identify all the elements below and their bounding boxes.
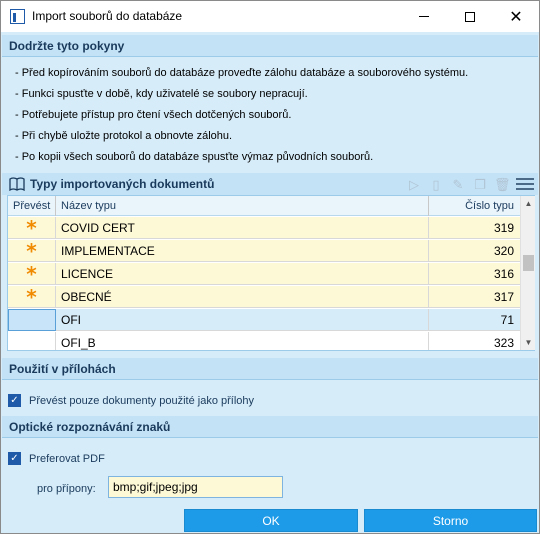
maximize-icon [465,11,475,22]
asterisk-icon: * [26,262,37,286]
extensions-input[interactable]: bmp;gif;jpeg;jpg [108,476,283,498]
book-icon [9,177,25,191]
instruction-line: - Funkci spusťte v době, kdy uživatelé s… [15,88,308,100]
attachments-only-label: Převést pouze dokumenty použité jako pří… [29,395,255,407]
instruction-line: - Potřebujete přístup pro čtení všech do… [15,109,292,121]
import-dialog: Import souborů do databáze ✕ Dodržte tyt… [0,0,540,534]
column-header-prevest[interactable]: Převést [8,196,56,216]
instructions-panel: - Před kopírováním souborů do databáze p… [2,60,538,173]
grid-scrollbar[interactable]: ▲ ▼ [520,196,535,350]
delete-icon[interactable]: 🗑 [494,177,511,193]
minimize-button[interactable] [401,1,447,32]
close-icon: ✕ [509,6,523,26]
ok-button[interactable]: OK [184,509,358,532]
prevest-cell[interactable]: * [8,286,56,308]
table-row[interactable]: * COVID CERT 319 [8,217,520,239]
play-icon[interactable]: ▷ [406,177,422,193]
type-name-cell: OBECNÉ [56,286,429,308]
scroll-thumb[interactable] [523,255,534,271]
column-header-name[interactable]: Název typu [56,196,429,216]
type-number-cell: 317 [493,290,514,304]
prevest-cell[interactable] [8,309,56,331]
minimize-icon [419,16,429,17]
extensions-label: pro přípony: [37,483,96,495]
table-row[interactable]: OFI_B 323 [8,332,520,350]
instruction-line: - Při chybě uložte protokol a obnovte zá… [15,130,233,142]
type-name-cell: IMPLEMENTACE [56,240,429,262]
prevest-cell[interactable]: * [8,240,56,262]
prevest-cell[interactable]: * [8,217,56,239]
prevest-cell[interactable]: * [8,263,56,285]
type-name-cell: OFI [56,309,429,331]
type-name-cell: OFI_B [56,332,429,350]
prevest-cell[interactable] [8,332,56,350]
grid-header: Převést Název typu Číslo typu [8,196,520,216]
prefer-pdf-checkbox[interactable]: ✓ [8,452,21,465]
focused-cell [8,309,56,331]
doc-types-grid: Převést Název typu Číslo typu * COVID CE… [7,195,535,351]
asterisk-icon: * [26,216,37,240]
type-number-cell: 71 [500,313,514,327]
attachments-only-checkbox[interactable]: ✓ [8,394,21,407]
instruction-line: - Před kopírováním souborů do databáze p… [15,67,469,79]
attachments-header: Použití v přílohách [2,358,538,380]
type-number-cell: 316 [493,267,514,281]
app-icon [10,9,25,24]
new-document-icon[interactable]: ▯ [428,177,444,193]
title-bar[interactable]: Import souborů do databáze ✕ [1,1,539,32]
copy-icon[interactable]: ❐ [472,177,488,193]
type-number-cell: 320 [493,244,514,258]
scroll-up-icon[interactable]: ▲ [521,196,536,211]
column-header-number[interactable]: Číslo typu [429,196,520,216]
window-title: Import souborů do databáze [32,9,183,23]
type-number-cell: 323 [493,336,514,350]
table-row[interactable]: * OBECNÉ 317 [8,286,520,308]
table-row-selected[interactable]: OFI 71 [8,309,520,331]
instruction-line: - Po kopii všech souborů do databáze spu… [15,151,374,163]
type-number-cell: 319 [493,221,514,235]
menu-icon[interactable] [516,178,534,192]
table-row[interactable]: * IMPLEMENTACE 320 [8,240,520,262]
type-name-cell: LICENCE [56,263,429,285]
prefer-pdf-label: Preferovat PDF [29,453,105,465]
instructions-header: Dodržte tyto pokyny [2,35,538,57]
close-button[interactable]: ✕ [493,1,539,32]
type-name-cell: COVID CERT [56,217,429,239]
edit-icon[interactable]: ✎ [450,177,466,193]
cancel-button[interactable]: Storno [364,509,537,532]
asterisk-icon: * [26,285,37,309]
ocr-header: Optické rozpoznávání znaků [2,416,538,438]
maximize-button[interactable] [447,1,493,32]
asterisk-icon: * [26,239,37,263]
scroll-down-icon[interactable]: ▼ [521,335,536,350]
table-row[interactable]: * LICENCE 316 [8,263,520,285]
